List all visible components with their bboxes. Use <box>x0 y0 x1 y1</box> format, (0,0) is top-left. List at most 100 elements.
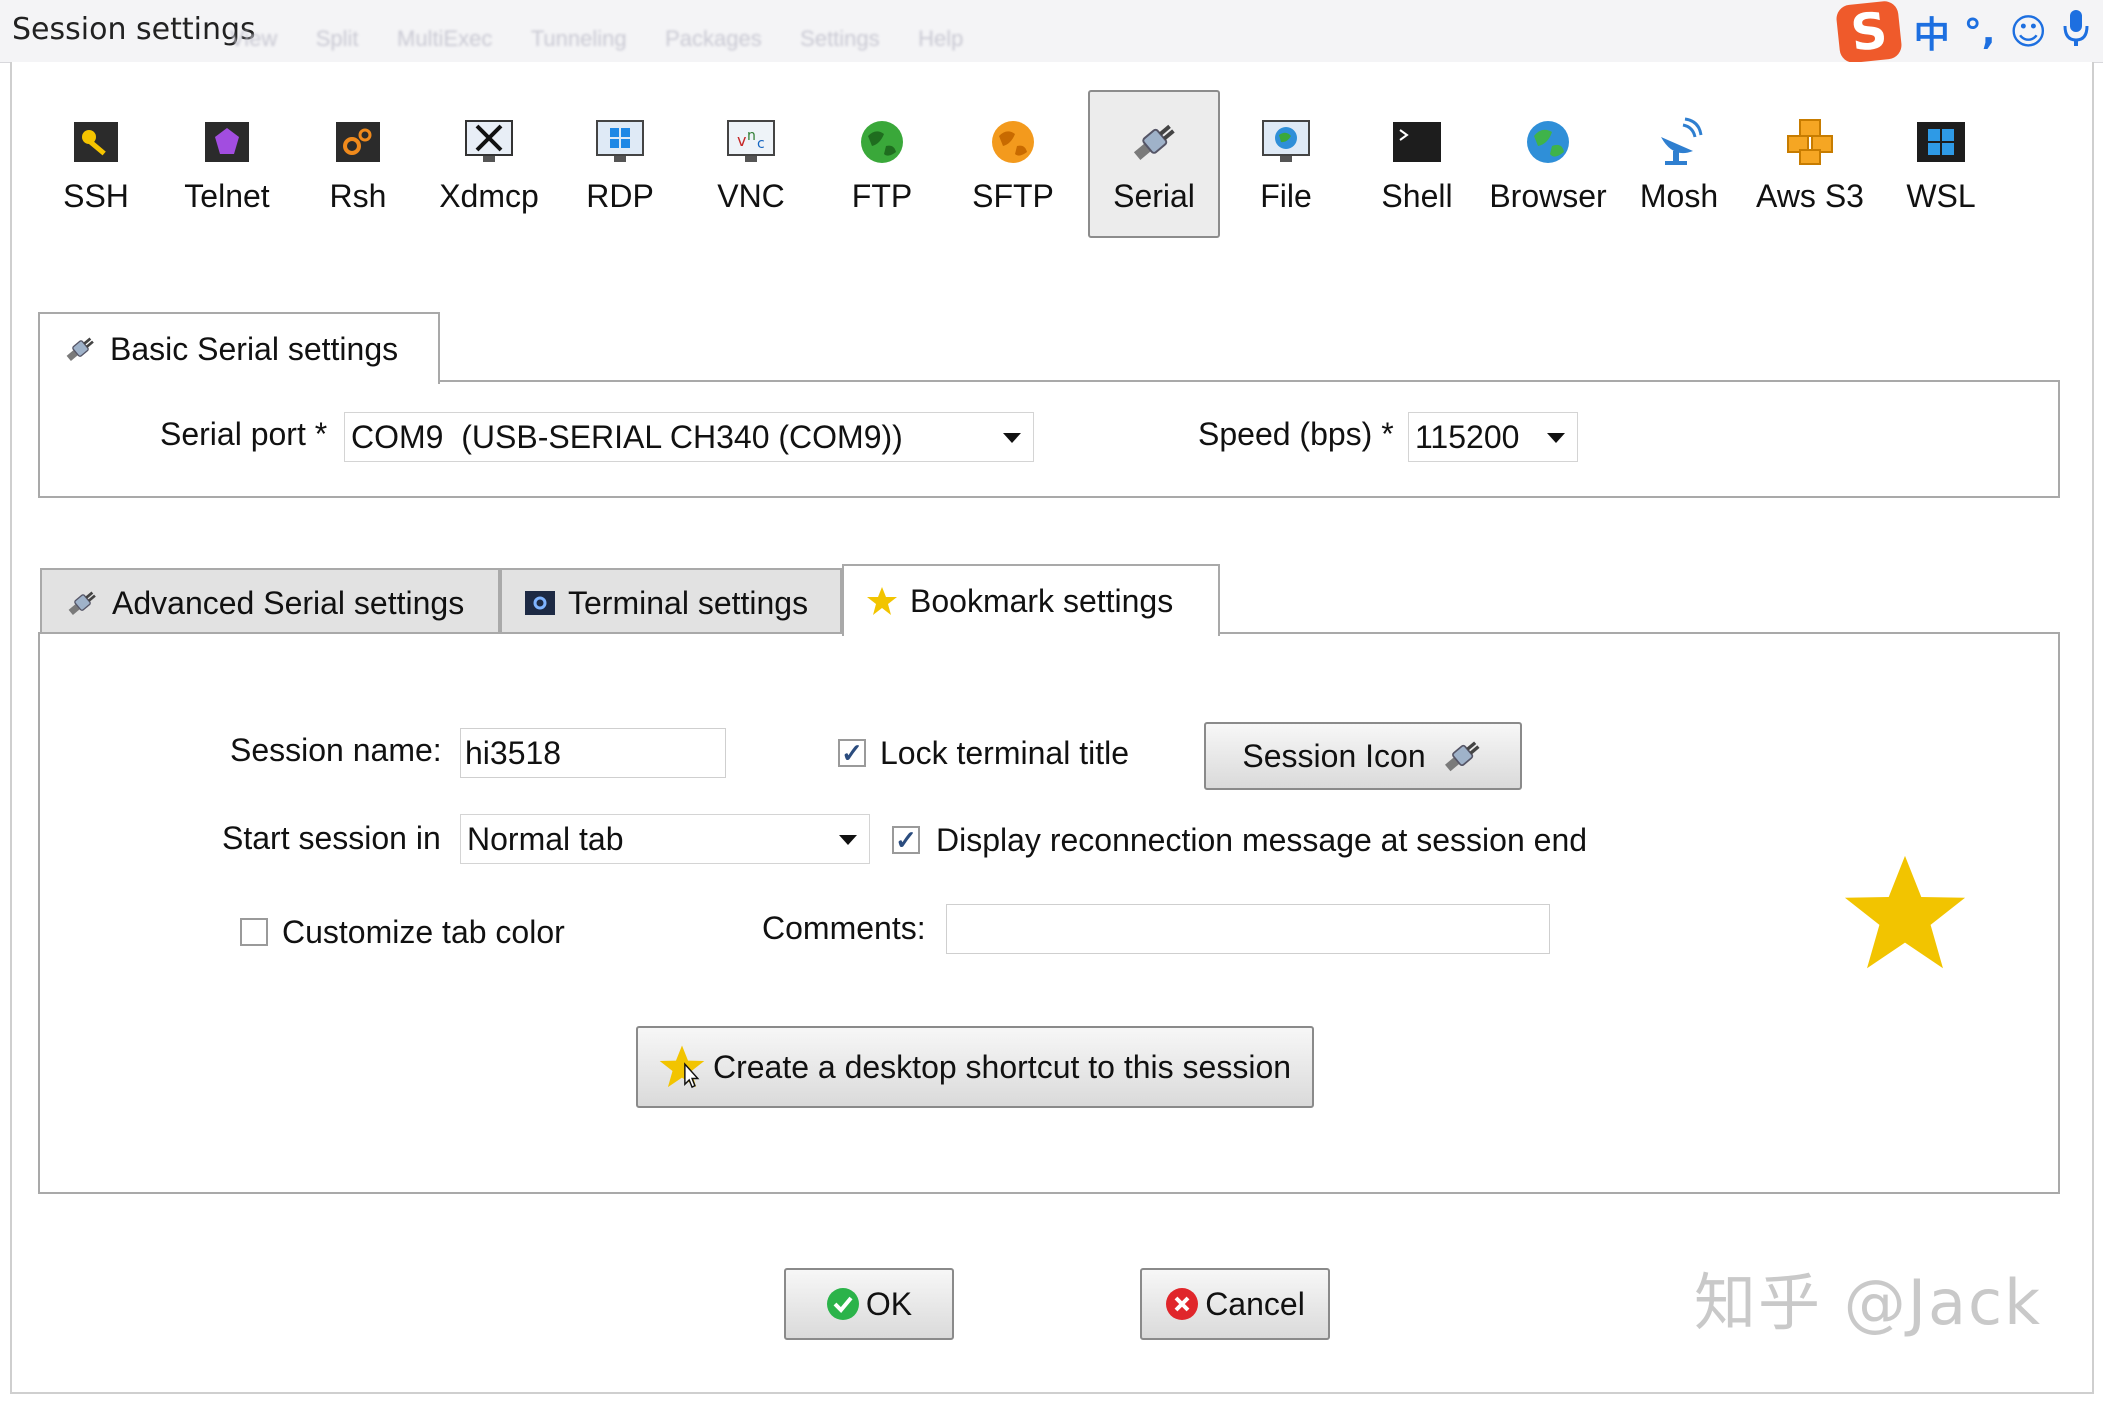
comments-input[interactable] <box>946 904 1550 954</box>
lock-title-label[interactable]: Lock terminal title <box>880 735 1129 772</box>
reconnect-message-label[interactable]: Display reconnection message at session … <box>936 822 1587 859</box>
session-type-sftp[interactable]: SFTP <box>949 92 1077 238</box>
comments-label: Comments: <box>762 910 926 946</box>
gears-icon <box>332 118 384 166</box>
session-settings-dialog: SSH Telnet Rsh Xdmcp RDP v n c VNC FTP S… <box>10 62 2094 1394</box>
star-icon <box>659 1044 705 1090</box>
speed-value: 115200 <box>1415 418 1520 455</box>
start-session-in-select[interactable]: Normal tab <box>460 814 870 864</box>
basic-settings-panel: Serial port * COM9 (USB-SERIAL CH340 (CO… <box>38 380 2060 498</box>
bg-menu-item: Packages <box>665 26 762 51</box>
bg-menu-item: Help <box>918 26 964 51</box>
window-title: Session settings <box>12 12 256 47</box>
session-type-label: Telnet <box>184 178 270 214</box>
cancel-button-label: Cancel <box>1205 1285 1305 1322</box>
session-type-label: WSL <box>1906 178 1976 214</box>
session-type-browser[interactable]: Browser <box>1484 92 1612 238</box>
watermark: 知乎 @Jack <box>1694 1266 2042 1339</box>
ok-button[interactable]: OK <box>784 1268 954 1340</box>
cancel-button[interactable]: Cancel <box>1140 1268 1330 1340</box>
microphone-icon[interactable] <box>2061 8 2091 57</box>
create-desktop-shortcut-label: Create a desktop shortcut to this sessio… <box>712 1048 1292 1085</box>
serial-plug-icon <box>62 333 98 365</box>
reconnect-message-checkbox[interactable]: ✓ <box>892 826 920 854</box>
bg-menu-item: Split <box>315 26 359 51</box>
satellite-dish-icon <box>1653 117 1705 166</box>
key-icon <box>70 118 122 166</box>
svg-text:c: c <box>757 136 765 152</box>
session-type-label: Serial <box>1113 178 1195 214</box>
emoji-icon[interactable]: ☺ <box>2009 12 2047 53</box>
create-desktop-shortcut-button[interactable]: Create a desktop shortcut to this sessio… <box>636 1026 1314 1108</box>
terminal-icon <box>1391 118 1443 166</box>
bg-menu-item: MultiExec <box>397 26 493 51</box>
aws-boxes-icon <box>1784 118 1836 166</box>
tab-label: Bookmark settings <box>910 582 1174 619</box>
session-type-telnet[interactable]: Telnet <box>163 92 291 238</box>
start-session-in-value: Normal tab <box>467 820 624 857</box>
tab-terminal-settings[interactable]: Terminal settings <box>500 568 842 636</box>
bg-menu-item: Tunneling <box>530 26 627 51</box>
x-monitor-icon <box>463 118 515 166</box>
session-type-label: Mosh <box>1639 178 1719 214</box>
speed-select[interactable]: 115200 <box>1408 412 1578 462</box>
session-type-file[interactable]: File <box>1222 92 1350 238</box>
tab-advanced-serial-settings[interactable]: Advanced Serial settings <box>40 568 500 636</box>
browser-globe-icon <box>1522 118 1574 166</box>
speed-label: Speed (bps) * <box>1198 416 1394 452</box>
cancel-circle-icon <box>1165 1287 1199 1321</box>
session-type-vnc[interactable]: vnc VNC <box>687 92 815 238</box>
session-type-ssh[interactable]: SSH <box>32 92 160 238</box>
lock-title-checkbox[interactable]: ✓ <box>838 739 866 767</box>
punctuation-icon[interactable]: °, <box>1964 12 1996 53</box>
orange-globe-icon <box>987 118 1039 166</box>
session-type-wsl[interactable]: WSL <box>1877 92 2005 238</box>
start-session-in-label: Start session in <box>222 820 441 856</box>
svg-text:v: v <box>737 131 746 150</box>
chevron-down-icon <box>1003 433 1021 443</box>
session-type-ftp[interactable]: FTP <box>818 92 946 238</box>
check-circle-icon <box>826 1287 860 1321</box>
svg-text:n: n <box>747 128 756 144</box>
session-type-shell[interactable]: Shell <box>1353 92 1481 238</box>
sogou-logo-icon[interactable]: S <box>1834 0 1903 65</box>
session-name-value: hi3518 <box>465 734 562 771</box>
session-type-label: Rsh <box>329 178 387 214</box>
vnc-monitor-icon: vnc <box>725 118 777 166</box>
windows-monitor-icon <box>594 118 646 166</box>
tab-label: Terminal settings <box>568 584 809 621</box>
session-type-mosh[interactable]: Mosh <box>1615 92 1743 238</box>
session-type-rdp[interactable]: RDP <box>556 92 684 238</box>
big-star-icon <box>1840 852 1970 981</box>
session-type-rsh[interactable]: Rsh <box>294 92 422 238</box>
serial-port-value: COM9 (USB-SERIAL CH340 (COM9)) <box>351 418 903 455</box>
session-icon-button-label: Session Icon <box>1242 737 1426 774</box>
title-bar: Session settings View Split MultiExec Tu… <box>0 0 2103 65</box>
session-type-serial[interactable]: Serial <box>1088 90 1220 238</box>
serial-port-label: Serial port * <box>160 416 328 452</box>
customize-tab-color-checkbox[interactable] <box>240 918 268 946</box>
serial-plug-icon <box>1440 735 1484 777</box>
session-name-input[interactable]: hi3518 <box>460 728 726 778</box>
session-type-aws-s3[interactable]: Aws S3 <box>1746 92 1874 238</box>
session-type-label: Xdmcp <box>439 178 539 214</box>
green-globe-icon <box>856 118 908 166</box>
session-type-label: FTP <box>851 178 913 214</box>
session-type-xdmcp[interactable]: Xdmcp <box>425 92 553 238</box>
session-name-label: Session name: <box>230 732 442 768</box>
chinese-mode-icon[interactable]: 中 <box>1914 6 1950 58</box>
session-type-label: File <box>1260 178 1312 214</box>
bg-menu-item: Settings <box>800 26 880 51</box>
star-icon <box>866 585 898 617</box>
customize-tab-color-label[interactable]: Customize tab color <box>282 914 565 951</box>
bg-menu-item: View <box>230 26 278 51</box>
serial-plug-icon <box>1128 118 1180 166</box>
tab-basic-serial-settings[interactable]: Basic Serial settings <box>38 312 440 384</box>
session-icon-button[interactable]: Session Icon <box>1204 722 1522 790</box>
chevron-down-icon <box>1547 433 1565 443</box>
tab-bookmark-settings[interactable]: Bookmark settings <box>842 564 1220 636</box>
session-type-label: RDP <box>586 178 654 214</box>
serial-port-select[interactable]: COM9 (USB-SERIAL CH340 (COM9)) <box>344 412 1034 462</box>
tab-label: Basic Serial settings <box>110 330 399 367</box>
bookmark-settings-panel: Session name: hi3518 ✓ Lock terminal tit… <box>38 632 2060 1194</box>
